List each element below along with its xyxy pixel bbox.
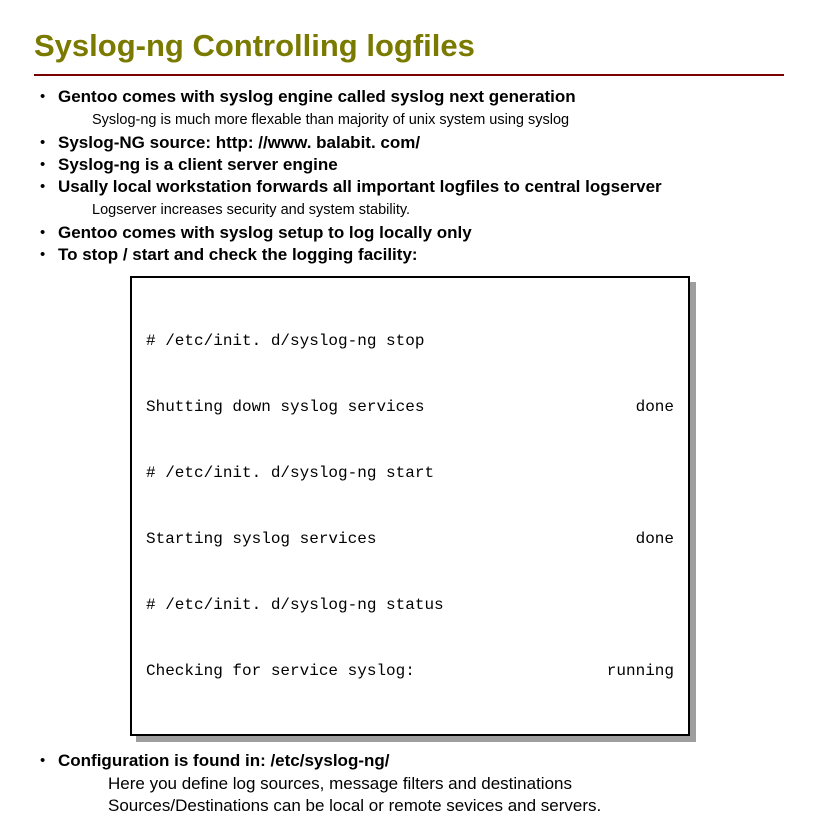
bullet-item: Syslog-ng is a client server engine [34, 154, 784, 176]
code-status: done [616, 396, 674, 418]
bullet-item: Configuration is found in: /etc/syslog-n… [34, 750, 784, 816]
code-status [654, 330, 674, 352]
bullet-item: To stop / start and check the logging fa… [34, 244, 784, 266]
bullet-subtext: Syslog-ng is much more flexable than maj… [92, 110, 784, 130]
code-status [654, 594, 674, 616]
bullet-text: Usally local workstation forwards all im… [58, 176, 784, 198]
slide: Syslog-ng Controlling logfiles Gentoo co… [0, 0, 818, 838]
bullet-subtext: Sources/Destinations can be local or rem… [108, 796, 784, 816]
bullet-list-2: Configuration is found in: /etc/syslog-n… [34, 750, 784, 816]
code-line: Shutting down syslog services [146, 396, 424, 418]
bullet-text: To stop / start and check the logging fa… [58, 244, 784, 266]
code-block: # /etc/init. d/syslog-ng stop Shutting d… [130, 276, 690, 736]
bullet-text: Configuration is found in: /etc/syslog-n… [58, 750, 784, 772]
code-content: # /etc/init. d/syslog-ng stop Shutting d… [130, 276, 690, 736]
bullet-list: Gentoo comes with syslog engine called s… [34, 86, 784, 266]
bullet-text: Syslog-NG source: http: //www. balabit. … [58, 132, 784, 154]
title-rule [34, 74, 784, 76]
code-line: Checking for service syslog: [146, 660, 415, 682]
bullet-subtext: Logserver increases security and system … [92, 200, 784, 220]
code-status: running [587, 660, 674, 682]
code-status [654, 462, 674, 484]
bullet-item: Syslog-NG source: http: //www. balabit. … [34, 132, 784, 154]
bullet-item: Gentoo comes with syslog setup to log lo… [34, 222, 784, 244]
code-line: # /etc/init. d/syslog-ng status [146, 594, 444, 616]
slide-title: Syslog-ng Controlling logfiles [34, 28, 784, 68]
bullet-item: Usally local workstation forwards all im… [34, 176, 784, 220]
bullet-item: Gentoo comes with syslog engine called s… [34, 86, 784, 130]
code-status: done [616, 528, 674, 550]
code-line: # /etc/init. d/syslog-ng start [146, 462, 434, 484]
config-label: Configuration is found in: /etc/syslog-n… [58, 751, 389, 770]
bullet-text: Gentoo comes with syslog setup to log lo… [58, 222, 784, 244]
code-line: # /etc/init. d/syslog-ng stop [146, 330, 424, 352]
bullet-text: Gentoo comes with syslog engine called s… [58, 86, 784, 108]
bullet-text: Syslog-ng is a client server engine [58, 154, 784, 176]
bullet-subtext: Here you define log sources, message fil… [108, 774, 784, 794]
code-line: Starting syslog services [146, 528, 376, 550]
